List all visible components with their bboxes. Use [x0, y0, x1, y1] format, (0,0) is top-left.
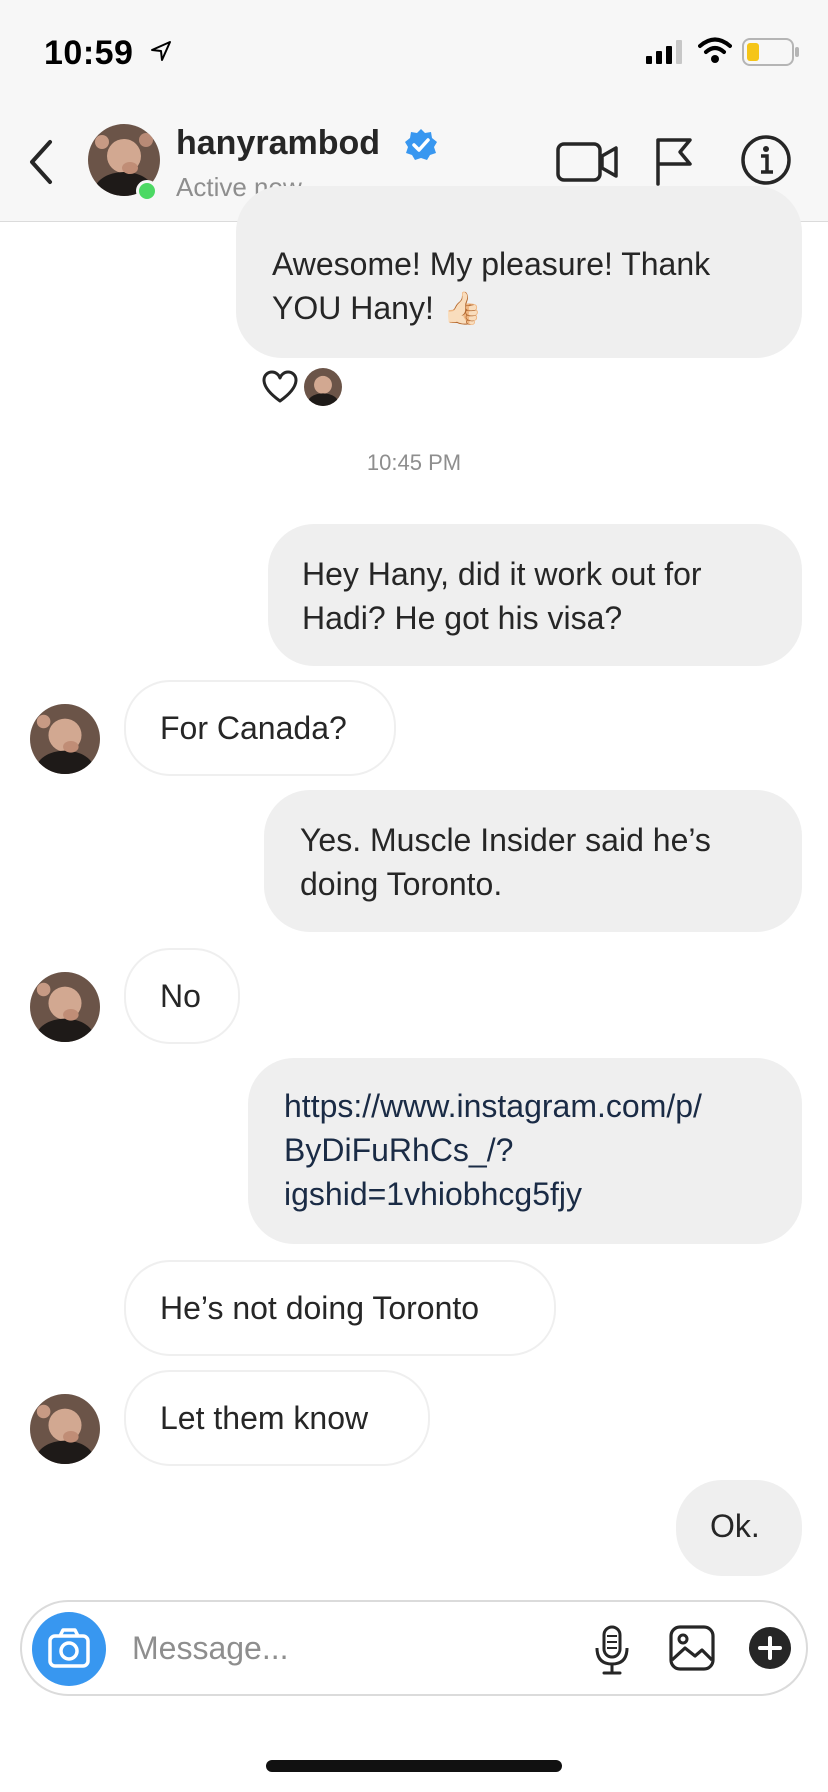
message-text-line: He’s not doing Toronto — [160, 1290, 480, 1326]
online-indicator — [136, 180, 158, 202]
message-text-line: YOU Hany! 👍🏻 — [272, 290, 483, 326]
add-plus-icon[interactable] — [748, 1626, 792, 1670]
message-bubble-outgoing[interactable]: Awesome! My pleasure! Thank YOU Hany! 👍🏻 — [236, 186, 802, 358]
message-bubble-incoming[interactable]: He’s not doing Toronto — [124, 1260, 556, 1356]
flag-report-icon[interactable] — [652, 136, 696, 188]
message-bubble-incoming[interactable]: No — [124, 948, 240, 1044]
camera-icon — [48, 1628, 90, 1668]
sender-avatar[interactable] — [30, 704, 100, 774]
wifi-icon — [698, 37, 732, 63]
conversation-timestamp: 10:45 PM — [366, 450, 462, 475]
video-call-icon[interactable] — [556, 140, 622, 184]
message-text-line: Hadi? He got his visa? — [302, 600, 623, 636]
message-text-line: For Canada? — [160, 710, 347, 746]
message-text-line: Yes. Muscle Insider said he’s — [300, 822, 711, 858]
sender-avatar[interactable] — [30, 1394, 100, 1464]
message-input[interactable] — [132, 1622, 562, 1674]
home-indicator[interactable] — [266, 1760, 562, 1772]
message-text-line: doing Toronto. — [300, 866, 503, 902]
reaction-avatar — [304, 368, 342, 406]
info-icon[interactable] — [740, 134, 792, 186]
message-text-line: Awesome! My pleasure! Thank — [272, 246, 711, 282]
microphone-icon[interactable] — [592, 1624, 632, 1676]
status-bar: 10:59 — [0, 0, 828, 100]
verified-badge-icon — [405, 129, 437, 160]
message-text-line: No — [160, 978, 201, 1014]
battery-icon — [742, 38, 799, 66]
message-composer — [20, 1600, 808, 1696]
back-chevron-icon[interactable] — [24, 136, 60, 188]
sender-avatar[interactable] — [30, 972, 100, 1042]
message-link-line[interactable]: igshid=1vhiobhcg5fjy — [284, 1172, 802, 1216]
message-bubble-outgoing-link[interactable]: https://www.instagram.com/p/ ByDiFuRhCs_… — [248, 1058, 802, 1244]
username[interactable]: hanyrambod — [176, 124, 380, 163]
message-link-line[interactable]: https://www.instagram.com/p/ — [284, 1084, 802, 1128]
camera-button[interactable] — [32, 1612, 106, 1686]
cellular-signal-icon — [646, 40, 682, 64]
location-arrow-icon — [151, 41, 171, 61]
message-bubble-incoming[interactable]: For Canada? — [124, 680, 396, 776]
message-bubble-incoming[interactable]: Let them know — [124, 1370, 430, 1466]
status-time: 10:59 — [44, 34, 134, 72]
message-text-line: Let them know — [160, 1400, 369, 1436]
gallery-icon[interactable] — [668, 1624, 716, 1672]
message-bubble-outgoing[interactable]: Ok. — [676, 1480, 802, 1576]
message-bubble-outgoing[interactable]: Yes. Muscle Insider said he’s doing Toro… — [264, 790, 802, 932]
heart-reaction-icon[interactable] — [262, 370, 298, 404]
message-bubble-outgoing[interactable]: Hey Hany, did it work out for Hadi? He g… — [268, 524, 802, 666]
message-text-line: Hey Hany, did it work out for — [302, 556, 702, 592]
message-text-line: Ok. — [710, 1508, 760, 1544]
message-link-line[interactable]: ByDiFuRhCs_/? — [284, 1128, 802, 1172]
